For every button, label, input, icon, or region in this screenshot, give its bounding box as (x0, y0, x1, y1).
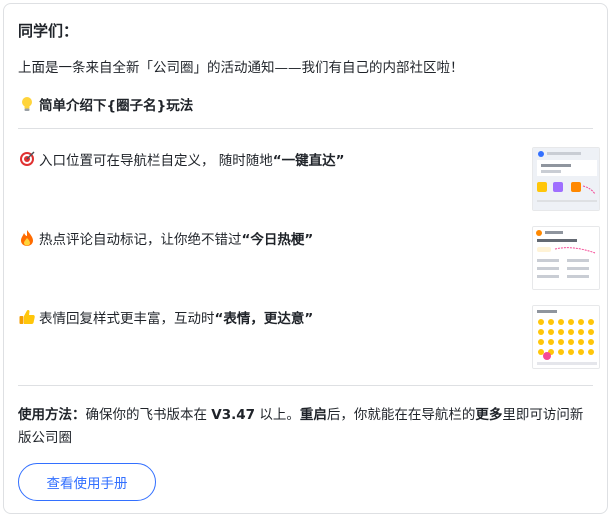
usage-label: 使用方法： (18, 407, 86, 423)
restart-keyword: 重启 (299, 407, 327, 423)
feature-item-entry: 入口位置可在导航栏自定义， 随时随地 “一键直达” (18, 149, 345, 169)
target-icon (20, 151, 35, 166)
usage-instructions: 使用方法：确保你的飞书版本在 V3.47 以上。重启后，你就能在在导航栏的更多里… (18, 404, 584, 450)
feature-highlight: “表情，更达意” (214, 311, 314, 327)
more-keyword: 更多 (475, 407, 503, 423)
announcement-card: 同学们： 上面是一条来自全新「公司圈」的活动通知——我们有自己的内部社区啦！ 简… (3, 3, 608, 514)
feature-text: 表情回复样式更丰富，互动时 (39, 311, 215, 327)
fire-icon (21, 230, 33, 246)
intro-text: 简单介绍下{圈子名}玩法 (39, 98, 194, 114)
feature-text: 热点评论自动标记，让你绝不错过 (39, 232, 242, 248)
feature-thumbnail-hot-comments (532, 226, 600, 290)
usage-text-3: 后，你就能在在导航栏的 (326, 407, 476, 423)
view-manual-button[interactable]: 查看使用手册 (18, 463, 156, 501)
light-bulb-icon (22, 97, 32, 111)
usage-text-1: 确保你的飞书版本在 (85, 407, 212, 423)
intro-heading: 简单介绍下{圈子名}玩法 (18, 94, 193, 114)
feature-highlight: “一键直达” (272, 153, 345, 169)
thumbs-up-icon (19, 309, 35, 324)
feature-thumbnail-entry (532, 147, 600, 211)
version-number: V3.47 (211, 407, 256, 423)
announcement-text: 上面是一条来自全新「公司圈」的活动通知——我们有自己的内部社区啦！ (18, 60, 464, 76)
feature-highlight: “今日热梗” (241, 232, 314, 248)
feature-item-emoji-reply: 表情回复样式更丰富，互动时 “表情，更达意” (18, 307, 313, 327)
usage-text-2: 以上。 (255, 407, 300, 423)
feature-text: 入口位置可在导航栏自定义， 随时随地 (39, 153, 273, 169)
feature-thumbnail-emoji-reply (532, 305, 600, 369)
divider-bottom (18, 385, 593, 386)
divider-top (18, 128, 593, 129)
feature-item-hot-comments: 热点评论自动标记，让你绝不错过 “今日热梗” (18, 228, 313, 248)
greeting-title: 同学们： (18, 22, 79, 40)
